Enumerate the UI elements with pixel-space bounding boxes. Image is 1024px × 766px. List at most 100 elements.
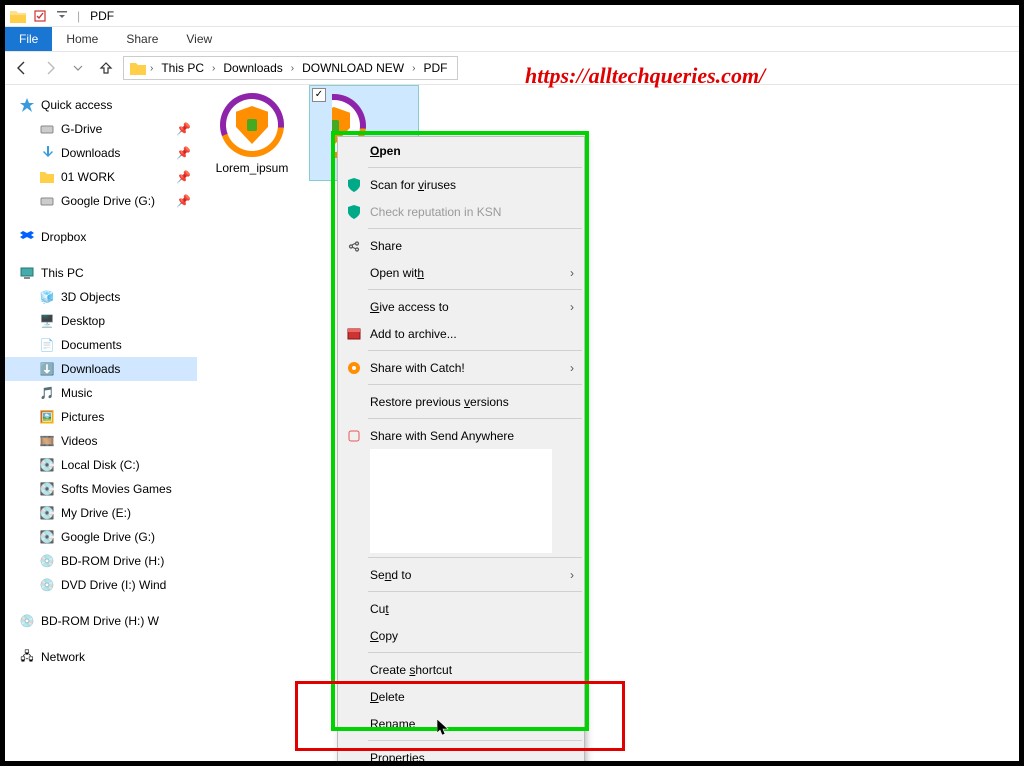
- music-icon: 🎵: [39, 385, 55, 401]
- breadcrumb-seg[interactable]: This PC: [157, 61, 208, 75]
- nav-recent-icon[interactable]: [67, 57, 89, 79]
- tree-label: Documents: [61, 338, 122, 352]
- disc-icon: 💿: [19, 613, 35, 629]
- tree-item-downloads[interactable]: ⬇️ Downloads: [5, 357, 197, 381]
- ctx-separator: [368, 418, 582, 419]
- tree-dropbox[interactable]: Dropbox: [5, 225, 197, 249]
- ctx-restore-versions[interactable]: Restore previous versions: [338, 388, 584, 415]
- tree-item-pictures[interactable]: 🖼️ Pictures: [5, 405, 197, 429]
- disk-icon: 💽: [39, 505, 55, 521]
- chevron-right-icon[interactable]: ›: [410, 63, 417, 74]
- ctx-rename[interactable]: Rename: [338, 710, 584, 737]
- tree-label: BD-ROM Drive (H:) W: [41, 614, 159, 628]
- checkbox-icon[interactable]: ✓: [312, 88, 326, 102]
- disk-icon: 💽: [39, 481, 55, 497]
- tree-item-desktop[interactable]: 🖥️Desktop: [5, 309, 197, 333]
- file-item[interactable]: Lorem_ipsum: [197, 85, 307, 179]
- ctx-add-archive[interactable]: Add to archive...: [338, 320, 584, 347]
- pin-icon: 📌: [176, 146, 191, 160]
- ctx-open-with[interactable]: Open with›: [338, 259, 584, 286]
- ctx-properties[interactable]: Properties: [338, 744, 584, 766]
- tree-item-googledrive[interactable]: Google Drive (G:) 📌: [5, 189, 197, 213]
- tree-label: This PC: [41, 266, 84, 280]
- tree-item-mydrive[interactable]: 💽My Drive (E:): [5, 501, 197, 525]
- nav-tree: Quick access G-Drive 📌 Downloads 📌 01 WO…: [5, 85, 197, 761]
- chevron-right-icon[interactable]: ›: [210, 63, 217, 74]
- tree-label: 01 WORK: [61, 170, 115, 184]
- folder-icon: [9, 7, 27, 25]
- tree-item-videos[interactable]: 🎞️Videos: [5, 429, 197, 453]
- file-view[interactable]: Lorem_ipsum ✓ Sa: [197, 85, 1019, 761]
- ctx-scan-viruses[interactable]: Scan for viruses: [338, 171, 584, 198]
- dropbox-icon: [19, 229, 35, 245]
- send-anywhere-icon: [346, 428, 362, 444]
- ctx-cut[interactable]: Cut: [338, 595, 584, 622]
- tree-item-gdrive[interactable]: G-Drive 📌: [5, 117, 197, 141]
- tree-label: Videos: [61, 434, 97, 448]
- tree-label: Downloads: [61, 146, 120, 160]
- tab-view[interactable]: View: [172, 28, 226, 50]
- tree-item-music[interactable]: 🎵Music: [5, 381, 197, 405]
- tree-item-bdrom2[interactable]: 💿 BD-ROM Drive (H:) W: [5, 609, 197, 633]
- ctx-share[interactable]: Share: [338, 232, 584, 259]
- qat-save-icon[interactable]: [31, 7, 49, 25]
- tree-network[interactable]: 🖧Network: [5, 645, 197, 669]
- tree-item-01work[interactable]: 01 WORK 📌: [5, 165, 197, 189]
- qat-dropdown-icon[interactable]: [53, 7, 71, 25]
- nav-back-icon[interactable]: [11, 57, 33, 79]
- address-bar[interactable]: › This PC › Downloads › DOWNLOAD NEW › P…: [123, 56, 458, 80]
- pictures-icon: 🖼️: [39, 409, 55, 425]
- tree-label: Downloads: [61, 362, 120, 376]
- tree-item-bdrom[interactable]: 💿BD-ROM Drive (H:): [5, 549, 197, 573]
- disk-icon: 💽: [39, 457, 55, 473]
- chevron-right-icon[interactable]: ›: [148, 63, 155, 74]
- ctx-open[interactable]: Open: [338, 137, 584, 164]
- ctx-share-catch[interactable]: Share with Catch!›: [338, 354, 584, 381]
- ctx-separator: [368, 384, 582, 385]
- tab-file[interactable]: File: [5, 27, 52, 51]
- breadcrumb-seg[interactable]: PDF: [419, 61, 451, 75]
- tree-label: DVD Drive (I:) Wind: [61, 578, 166, 592]
- disk-icon: 💽: [39, 529, 55, 545]
- ctx-separator: [368, 289, 582, 290]
- ctx-send-anywhere[interactable]: Share with Send Anywhere: [338, 422, 584, 449]
- tree-label: Pictures: [61, 410, 104, 424]
- drive-icon: [39, 193, 55, 209]
- disc-icon: 💿: [39, 577, 55, 593]
- ctx-separator: [368, 652, 582, 653]
- context-menu: Open Scan for viruses Check reputation i…: [337, 136, 585, 766]
- breadcrumb-seg[interactable]: DOWNLOAD NEW: [298, 61, 408, 75]
- tree-item-softs[interactable]: 💽Softs Movies Games: [5, 477, 197, 501]
- tree-label: Local Disk (C:): [61, 458, 140, 472]
- network-icon: 🖧: [19, 649, 35, 665]
- shield-icon: [346, 177, 362, 193]
- tree-quick-access[interactable]: Quick access: [5, 93, 197, 117]
- pc-icon: [19, 265, 35, 281]
- ctx-separator: [368, 740, 582, 741]
- tree-this-pc[interactable]: This PC: [5, 261, 197, 285]
- downloads-icon: ⬇️: [39, 361, 55, 377]
- tree-item-3dobjects[interactable]: 🧊3D Objects: [5, 285, 197, 309]
- tree-item-localdisk[interactable]: 💽 Local Disk (C:): [5, 453, 197, 477]
- tab-share[interactable]: Share: [112, 28, 172, 50]
- tree-item-dvd[interactable]: 💿 DVD Drive (I:) Wind: [5, 573, 197, 597]
- ctx-separator: [368, 350, 582, 351]
- folder-icon: [130, 60, 146, 76]
- ctx-delete[interactable]: Delete: [338, 683, 584, 710]
- breadcrumb-seg[interactable]: Downloads: [219, 61, 286, 75]
- catch-icon: [346, 360, 362, 376]
- ctx-copy[interactable]: Copy: [338, 622, 584, 649]
- ctx-create-shortcut[interactable]: Create shortcut: [338, 656, 584, 683]
- tree-item-googledrive2[interactable]: 💽Google Drive (G:): [5, 525, 197, 549]
- tab-home[interactable]: Home: [52, 28, 112, 50]
- ctx-give-access[interactable]: Give access to›: [338, 293, 584, 320]
- ctx-send-to[interactable]: Send to›: [338, 561, 584, 588]
- ctx-separator: [368, 228, 582, 229]
- tree-label: BD-ROM Drive (H:): [61, 554, 164, 568]
- tree-item-downloads[interactable]: Downloads 📌: [5, 141, 197, 165]
- tree-item-documents[interactable]: 📄Documents: [5, 333, 197, 357]
- nav-up-icon[interactable]: [95, 57, 117, 79]
- chevron-right-icon[interactable]: ›: [289, 63, 296, 74]
- window-title: PDF: [90, 9, 114, 23]
- explorer-window: | PDF File Home Share View › This PC › D: [0, 0, 1024, 766]
